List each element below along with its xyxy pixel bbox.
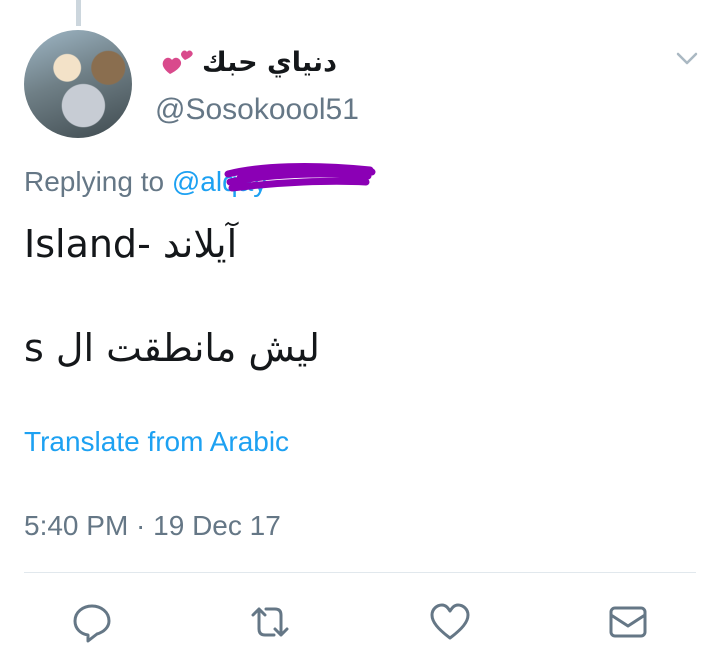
action-bar (0, 600, 720, 644)
replying-to-label: Replying to (24, 166, 165, 197)
display-name: دنياي حبك (202, 46, 337, 78)
reply-icon (73, 604, 111, 643)
display-name-row[interactable]: دنياي حبك (160, 42, 337, 82)
redaction-scribble (224, 163, 376, 192)
timestamp[interactable]: 5:40 PM · 19 Dec 17 (24, 510, 281, 542)
two-hearts-icon (162, 50, 193, 74)
avatar[interactable] (24, 30, 132, 138)
translate-link[interactable]: Translate from Arabic (24, 426, 289, 458)
user-handle[interactable]: @Sosokoool51 (155, 93, 359, 127)
reply-button[interactable] (70, 600, 114, 644)
like-button[interactable] (428, 600, 472, 644)
tweet-text-line-2: ليش مانطقت ال s (24, 326, 320, 370)
thread-connector-line (76, 0, 81, 26)
retweet-icon (251, 607, 289, 637)
direct-message-button[interactable] (606, 600, 650, 644)
heart-icon (430, 603, 470, 640)
divider (24, 572, 696, 573)
envelope-icon (609, 606, 647, 638)
retweet-button[interactable] (248, 600, 292, 644)
chevron-down-icon[interactable] (676, 52, 698, 66)
tweet-text-line-1: آيلاند -Island (24, 222, 238, 266)
